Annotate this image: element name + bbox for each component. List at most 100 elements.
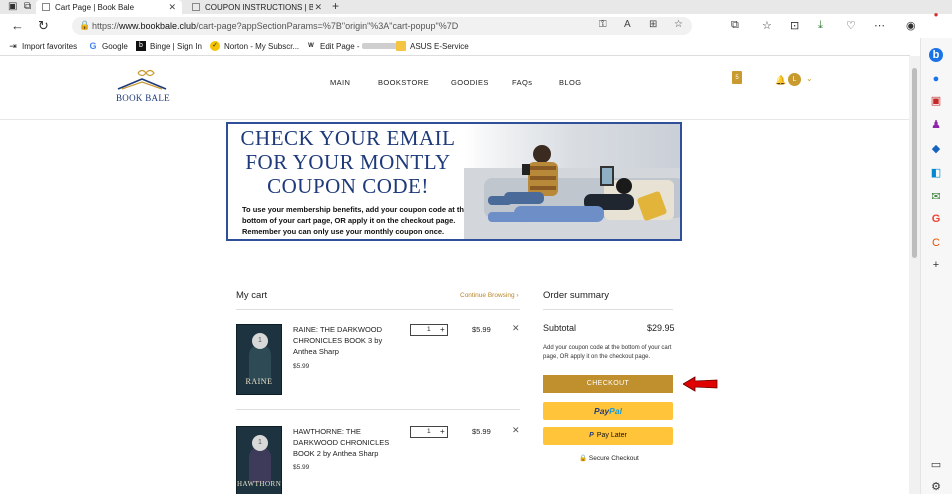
site-header: BOOK BALE MAIN BOOKSTORE GOODIES FAQs BL…: [0, 57, 909, 120]
book-cover-raine[interactable]: 1 RAINE: [236, 324, 282, 395]
bing-copilot-icon[interactable]: b: [929, 48, 943, 62]
close-icon[interactable]: ✕: [168, 2, 176, 13]
sidebar-toggle-icon[interactable]: ▭: [929, 458, 943, 472]
scrollbar-thumb[interactable]: [912, 68, 917, 258]
settings-gear-icon[interactable]: ⚙: [929, 480, 943, 494]
google-icon[interactable]: G: [929, 212, 943, 226]
edge-sidebar: ● b ● ▣ ♟ ◆ ◧ ✉ G C + ▭ ⚙: [920, 10, 952, 494]
search-icon[interactable]: ●: [929, 72, 943, 86]
cover-title: HAWTHORNE: [237, 480, 282, 488]
google-icon: G: [89, 41, 97, 51]
split-screen-icon[interactable]: ⧉: [731, 19, 739, 32]
quantity-value[interactable]: 1: [427, 326, 431, 333]
user-avatar[interactable]: L: [788, 73, 801, 86]
bookmark-binge[interactable]: b Binge | Sign In: [136, 41, 202, 51]
pay-later-label: Pay Later: [596, 432, 627, 439]
back-icon[interactable]: ←: [11, 18, 24, 33]
plus-icon[interactable]: +: [440, 325, 445, 334]
app-available-icon[interactable]: ⊞: [649, 19, 657, 30]
site-logo[interactable]: BOOK BALE: [112, 65, 172, 105]
secure-checkout: 🔒 Secure Checkout: [579, 454, 639, 462]
coupon-note: Add your coupon code at the bottom of yo…: [543, 345, 672, 360]
quantity-stepper[interactable]: 1 +: [410, 426, 448, 438]
coupon-banner: CHECK YOUR EMAIL FOR YOUR MONTLY COUPON …: [226, 122, 682, 241]
item-price: $5.99: [472, 325, 491, 334]
secure-checkout-label: Secure Checkout: [588, 455, 639, 462]
cart-bag-icon[interactable]: 5: [732, 71, 742, 84]
remove-item-icon[interactable]: ✕: [512, 425, 520, 436]
remove-item-icon[interactable]: ✕: [512, 323, 520, 334]
read-aloud-icon[interactable]: A: [624, 19, 631, 30]
favorites-icon[interactable]: ☆: [762, 19, 772, 32]
tab-cart-page[interactable]: Cart Page | Book Bale ✕: [36, 0, 182, 14]
subtotal-value: $29.95: [647, 323, 675, 333]
bell-icon[interactable]: 🔔: [775, 75, 786, 86]
lock-icon: 🔒: [79, 20, 91, 30]
bookmarks-bar: ⇥ Import favorites G Google b Binge | Si…: [0, 38, 910, 56]
continue-browsing-label: Continue Browsing: [460, 292, 515, 299]
norton-icon: ✓: [210, 41, 220, 51]
item-title[interactable]: RAINE: THE DARKWOOD CHRONICLES BOOK 3 by…: [293, 324, 403, 357]
chevron-down-icon[interactable]: ⌄: [806, 74, 813, 83]
continue-browsing-link[interactable]: Continue Browsing ›: [460, 292, 519, 299]
tab-actions-icon[interactable]: ▣: [8, 1, 17, 12]
nav-faqs[interactable]: FAQs: [512, 78, 532, 87]
import-icon: ⇥: [9, 41, 17, 51]
new-tab-icon[interactable]: +: [332, 0, 339, 13]
nav-bookstore[interactable]: BOOKSTORE: [378, 78, 429, 87]
reload-icon[interactable]: ↻: [38, 18, 49, 34]
page-icon: [42, 3, 50, 11]
tab-coupon-instructions[interactable]: COUPON INSTRUCTIONS | Book ✕: [186, 0, 328, 14]
item-unit-price: $5.99: [293, 464, 310, 471]
page-scrollbar[interactable]: [909, 56, 920, 494]
paypal-logo-b: Pal: [609, 406, 622, 416]
url-prefix: https://: [92, 21, 120, 31]
bookmark-import-favorites[interactable]: ⇥ Import favorites: [8, 41, 77, 51]
paypal-button[interactable]: PayPal: [543, 402, 673, 420]
cart-count: 5: [735, 75, 739, 81]
wix-icon: W: [308, 43, 314, 49]
tab-title: Cart Page | Book Bale: [55, 2, 135, 12]
coupon-icon[interactable]: C: [929, 236, 943, 250]
outlook-icon[interactable]: ✉: [929, 190, 943, 204]
download-icon[interactable]: ⤓: [818, 19, 823, 32]
workspaces-icon[interactable]: ⧉: [24, 1, 31, 12]
bookmark-norton[interactable]: ✓ Norton - My Subscr...: [210, 41, 299, 51]
nav-goodies[interactable]: GOODIES: [451, 78, 489, 87]
item-title[interactable]: HAWTHORNE: THE DARKWOOD CHRONICLES BOOK …: [293, 426, 403, 459]
cart-divider: [236, 309, 520, 310]
pay-later-button[interactable]: P Pay Later: [543, 427, 673, 445]
nav-blog[interactable]: BLOG: [559, 78, 581, 87]
games-icon[interactable]: ♟: [929, 118, 943, 132]
reading-couple-illustration: [464, 145, 680, 239]
blurred-text: [361, 43, 398, 49]
tools-icon[interactable]: ◆: [929, 142, 943, 156]
bookmark-label: Binge | Sign In: [150, 41, 202, 51]
key-icon[interactable]: ⚿: [599, 19, 607, 30]
profile-icon[interactable]: ◉: [906, 19, 916, 32]
nav-main[interactable]: MAIN: [330, 78, 350, 87]
add-icon[interactable]: +: [929, 258, 943, 272]
close-icon[interactable]: ✕: [314, 2, 322, 13]
order-summary-title: Order summary: [543, 290, 609, 301]
extensions-icon[interactable]: ⋯: [874, 19, 885, 32]
cover-figure: [249, 447, 271, 483]
favorite-star-icon[interactable]: ☆: [674, 19, 683, 30]
seal-icon: 1: [252, 333, 268, 349]
book-cover-hawthorne[interactable]: 1 HAWTHORNE: [236, 426, 282, 494]
paypal-p-icon: P: [589, 432, 594, 439]
quantity-value[interactable]: 1: [427, 428, 431, 435]
checkout-button[interactable]: CHECKOUT: [543, 375, 673, 393]
bookmark-google[interactable]: G Google: [88, 41, 127, 51]
shopping-icon[interactable]: ▣: [929, 94, 943, 108]
bookmark-asus[interactable]: ASUS E-Service: [396, 41, 469, 51]
lock-icon: 🔒: [579, 455, 588, 462]
collections-icon[interactable]: ⊡: [790, 19, 799, 32]
bookmark-edit-page[interactable]: W Edit Page -: [306, 41, 398, 51]
plus-icon[interactable]: +: [440, 427, 445, 436]
office-icon[interactable]: ◧: [929, 166, 943, 180]
browser-essentials-icon[interactable]: ♡: [846, 19, 856, 32]
quantity-stepper[interactable]: 1 +: [410, 324, 448, 336]
banner-photo: [464, 124, 680, 239]
bookmark-label: Edit Page -: [320, 41, 360, 51]
